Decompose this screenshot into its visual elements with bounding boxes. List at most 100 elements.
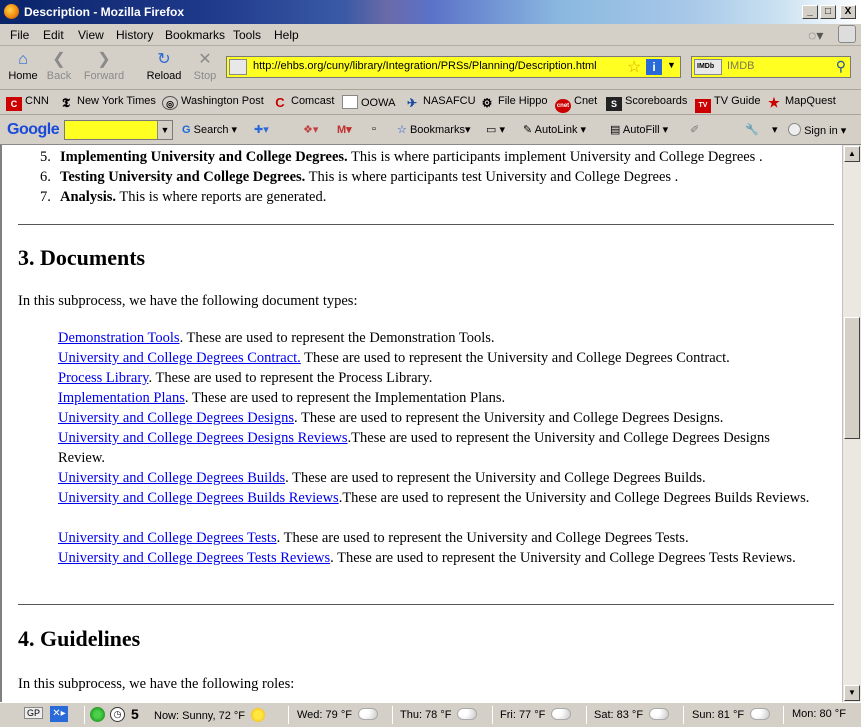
menu-history[interactable]: History: [116, 28, 153, 42]
bookmark-cnet[interactable]: cnet Cnet: [555, 95, 597, 113]
back-button[interactable]: ❮ Back: [39, 50, 79, 86]
menu-view[interactable]: View: [78, 28, 104, 42]
maximize-button[interactable]: □: [820, 5, 836, 19]
site-info-icon[interactable]: i: [646, 59, 662, 75]
menu-edit[interactable]: Edit: [43, 28, 64, 42]
bookmark-comcast[interactable]: C Comcast: [272, 95, 334, 110]
url-dropdown-icon[interactable]: ▼: [667, 60, 676, 70]
bookmark-nasafcu[interactable]: ✈ NASAFCU: [404, 95, 476, 110]
vertical-scrollbar[interactable]: ▲ ▼: [842, 145, 861, 702]
activity-icon: [838, 25, 856, 43]
firefox-icon: [4, 4, 19, 19]
divider: [683, 706, 684, 724]
doc-link[interactable]: University and College Degrees Contract.: [58, 350, 301, 366]
weather-fri[interactable]: Fri: 77 °F: [500, 705, 572, 721]
weather-sun[interactable]: Sun: 81 °F: [692, 705, 771, 721]
search-engine-icon[interactable]: IMDb: [694, 59, 722, 75]
stop-button[interactable]: ✕ Stop: [185, 50, 225, 86]
doc-link[interactable]: University and College Degrees Tests Rev…: [58, 550, 330, 566]
document-item: Implementation Plans. These are used to …: [58, 390, 506, 406]
documents-intro: In this subprocess, we have the followin…: [18, 293, 358, 309]
google-search-dropdown-icon[interactable]: ▼: [157, 121, 172, 139]
hippo-icon: ⚙: [481, 96, 493, 110]
document-item: University and College Degrees Contract.…: [58, 350, 730, 366]
doc-link[interactable]: University and College Degrees Builds Re…: [58, 490, 339, 506]
doc-link[interactable]: Process Library: [58, 370, 148, 386]
google-logo: Google: [7, 121, 60, 138]
doc-link[interactable]: University and College Degrees Builds: [58, 470, 285, 486]
browser-window: Description - Mozilla Firefox _ □ X File…: [0, 0, 861, 727]
divider: [84, 706, 85, 724]
partly-cloudy-icon: [456, 705, 478, 720]
bookmark-star-icon[interactable]: ☆: [627, 57, 641, 77]
weather-thu[interactable]: Thu: 78 °F: [400, 705, 478, 721]
weather-sat[interactable]: Sat: 83 °F: [594, 705, 670, 721]
bookmark-tv-guide[interactable]: TV TV Guide: [695, 95, 760, 113]
menu-file[interactable]: File: [10, 28, 29, 42]
scroll-down-icon[interactable]: ▼: [844, 685, 860, 701]
wand-icon: ✎: [523, 124, 533, 136]
search-bar[interactable]: IMDb IMDB ⚲: [691, 56, 851, 78]
sign-in-button[interactable]: Sign in ▾: [788, 123, 846, 137]
doc-link[interactable]: Demonstration Tools: [58, 330, 180, 346]
gp-badge[interactable]: GP: [24, 707, 44, 719]
reload-button[interactable]: ↻ Reload: [143, 50, 185, 86]
close-button[interactable]: X: [840, 5, 856, 19]
doc-link[interactable]: University and College Degrees Designs: [58, 410, 294, 426]
weather-wed[interactable]: Wed: 79 °F: [297, 705, 378, 721]
minimize-button[interactable]: _: [802, 5, 818, 19]
scroll-up-icon[interactable]: ▲: [844, 146, 860, 162]
x-icon[interactable]: ✕▸: [50, 706, 68, 722]
bookmark-scoreboards[interactable]: S Scoreboards: [606, 95, 687, 111]
documents-heading: 3. Documents: [18, 245, 146, 270]
tab-count: 5: [131, 706, 139, 722]
user-circle-icon: [788, 123, 801, 136]
wrench-icon[interactable]: 🔧: [745, 123, 759, 136]
home-icon: ⌂: [18, 51, 28, 68]
google-search-button[interactable]: G Search ▾: [182, 123, 237, 136]
bookmark-mapquest[interactable]: ★ MapQuest: [766, 95, 836, 110]
green-status-icon[interactable]: [90, 707, 105, 722]
menu-help[interactable]: Help: [274, 28, 299, 42]
plus-icon[interactable]: ✚▾: [254, 123, 269, 136]
home-button[interactable]: ⌂ Home: [3, 50, 43, 86]
partly-cloudy-icon: [648, 705, 670, 720]
google-search-input[interactable]: ▼: [64, 120, 173, 140]
clock-icon[interactable]: ◷: [110, 707, 125, 722]
bookmark-cnn[interactable]: C CNN: [6, 95, 49, 111]
section-divider: [18, 604, 834, 605]
page-content: 5. Implementing University and College De…: [0, 145, 842, 702]
bookmark-file-hippo[interactable]: ⚙ File Hippo: [479, 95, 548, 110]
star-outline-icon: ☆: [397, 124, 407, 136]
weather-mon[interactable]: Mon: 80 °F: [792, 708, 846, 720]
google-bookmarks-button[interactable]: ☆ Bookmarks▾: [397, 123, 471, 136]
menu-tools[interactable]: Tools: [233, 28, 261, 42]
bookmark-oowa[interactable]: OOWA: [342, 95, 395, 109]
share-icon[interactable]: ▫: [372, 123, 376, 135]
list-item: 5. Implementing University and College De…: [40, 149, 763, 165]
field-icon[interactable]: ▭ ▾: [486, 123, 505, 136]
url-text[interactable]: http://ehbs.org/cuny/library/Integration…: [253, 60, 597, 72]
search-input[interactable]: IMDB: [727, 60, 755, 72]
gmail-icon[interactable]: M▾: [337, 123, 352, 136]
forward-button[interactable]: ❯ Forward: [80, 50, 128, 86]
bookmark-nyt[interactable]: 𝕿 New York Times: [58, 95, 156, 110]
autofill-button[interactable]: ▤ AutoFill ▾: [610, 123, 668, 136]
pen-icon[interactable]: ✐: [690, 123, 699, 136]
doc-link[interactable]: Implementation Plans: [58, 390, 185, 406]
document-item: University and College Degrees Builds. T…: [58, 470, 706, 486]
settings-dropdown-icon[interactable]: ▾: [772, 123, 778, 136]
autolink-button[interactable]: ✎ AutoLink ▾: [523, 123, 586, 136]
address-bar[interactable]: http://ehbs.org/cuny/library/Integration…: [226, 56, 681, 78]
search-magnifier-icon[interactable]: ⚲: [836, 58, 846, 75]
title-bar: Description - Mozilla Firefox _ □ X: [0, 0, 861, 24]
google-toolbar: Google ▼ G Search ▾ ✚▾ ❖▾ M▾ ▫ ☆ Bookmar…: [0, 115, 861, 145]
scoreboards-icon: S: [606, 97, 622, 111]
bookmark-washington-post[interactable]: ◎ Washington Post: [162, 95, 264, 110]
scroll-thumb[interactable]: [844, 317, 860, 439]
doc-link[interactable]: University and College Degrees Designs R…: [58, 430, 348, 446]
bookmark-tag-icon[interactable]: ❖▾: [303, 123, 318, 136]
doc-link[interactable]: University and College Degrees Tests: [58, 530, 277, 546]
weather-now[interactable]: Now: Sunny, 72 °F: [154, 708, 266, 722]
menu-bookmarks[interactable]: Bookmarks: [165, 28, 225, 42]
